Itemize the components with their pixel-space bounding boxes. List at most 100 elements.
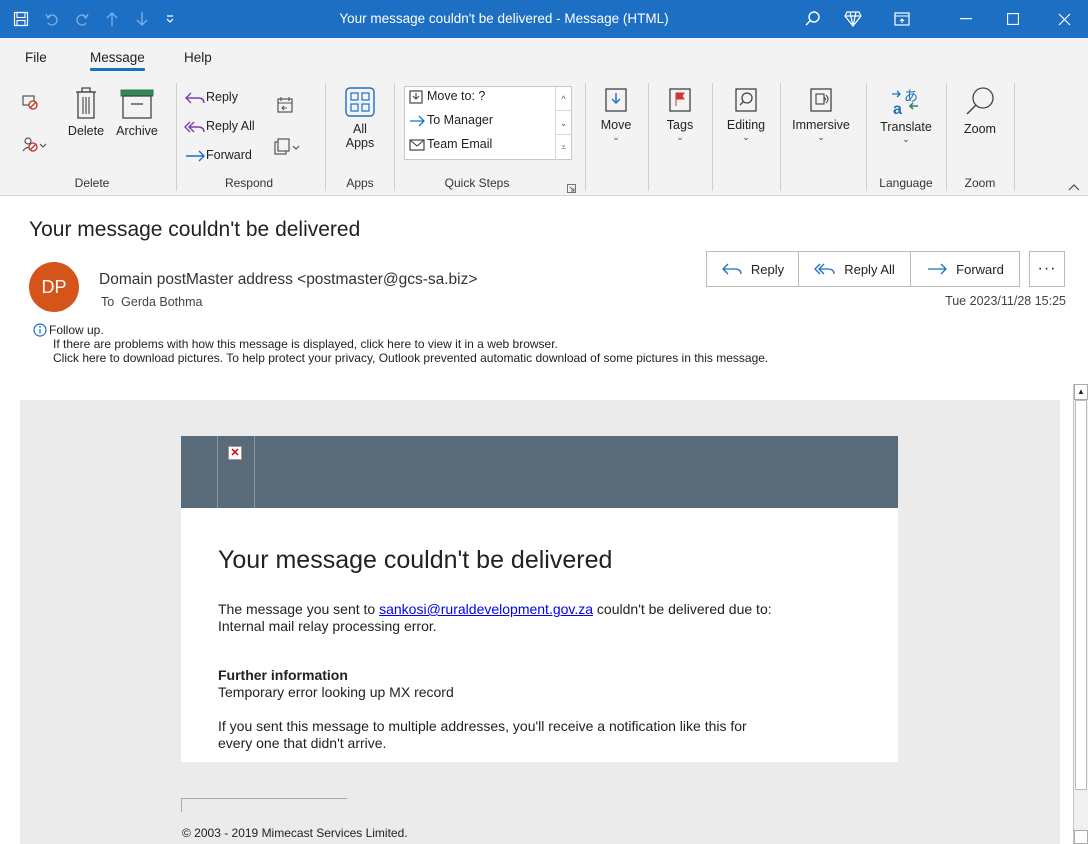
all-apps-button[interactable]: All Apps	[336, 86, 384, 150]
meeting-reply-icon[interactable]	[276, 96, 294, 119]
ndr-reason: Internal mail relay processing error.	[218, 618, 437, 634]
info-download-pictures[interactable]: Click here to download pictures. To help…	[33, 351, 768, 365]
quick-step-to-manager[interactable]: To Manager	[409, 113, 493, 128]
chevron-down-icon: ⌄	[612, 132, 620, 142]
quick-step-move-to[interactable]: Move to: ?	[409, 89, 485, 104]
more-respond-icon[interactable]	[274, 138, 300, 161]
forward-label: Forward	[206, 148, 252, 162]
quick-step-team-email[interactable]: Team Email	[409, 137, 492, 152]
scroll-up-arrow[interactable]: ▲	[1074, 384, 1088, 400]
ribbon-separator	[325, 83, 326, 191]
diamond-icon[interactable]	[836, 0, 870, 38]
ndr-heading: Your message couldn't be delivered	[218, 546, 613, 574]
info-bar: Follow up. If there are problems with ho…	[33, 323, 768, 365]
search-icon[interactable]	[798, 0, 828, 38]
more-actions-button[interactable]: ···	[1029, 251, 1065, 287]
footer-image-placeholder	[181, 798, 347, 812]
further-info-text: Temporary error looking up MX record	[218, 684, 454, 700]
move-icon	[605, 88, 627, 112]
sender-address[interactable]: Domain postMaster address <postmaster@gc…	[99, 271, 477, 289]
move-label: Move	[600, 118, 632, 132]
scroll-thumb[interactable]	[1075, 400, 1087, 790]
redo-icon[interactable]	[70, 0, 94, 38]
arrow-right-icon	[410, 115, 425, 127]
svg-text:a: a	[893, 101, 902, 116]
ribbon-separator	[176, 83, 177, 191]
info-view-in-browser[interactable]: If there are problems with how this mess…	[33, 337, 768, 351]
immersive-reader-icon	[810, 88, 832, 112]
move-button[interactable]: Move ⌄	[594, 86, 638, 143]
group-label-delete: Delete	[74, 176, 110, 190]
vertical-scrollbar[interactable]: ▲	[1073, 384, 1088, 844]
tags-label: Tags	[666, 118, 694, 132]
tab-message[interactable]: Message	[90, 50, 145, 71]
archive-button[interactable]: Archive	[111, 86, 163, 138]
ribbon-tabs: File Message Help	[0, 38, 1088, 78]
header-reply-button[interactable]: Reply	[707, 252, 799, 286]
ribbon-display-icon[interactable]	[885, 0, 919, 38]
scroll-down-arrow[interactable]	[1074, 830, 1088, 844]
undo-icon[interactable]	[40, 0, 64, 38]
recipient-name[interactable]: Gerda Bothma	[121, 295, 202, 309]
archive-icon	[120, 89, 154, 119]
chevron-down-icon: ⌄	[676, 132, 684, 142]
previous-item-icon[interactable]	[100, 0, 124, 38]
avatar[interactable]: DP	[29, 262, 79, 312]
save-icon[interactable]	[8, 0, 34, 38]
ribbon: File Message Help Delete Archive Delete …	[0, 38, 1088, 196]
junk-icon[interactable]	[22, 136, 48, 157]
ribbon-separator	[780, 83, 781, 191]
chevron-down-icon: ⌄	[742, 132, 750, 142]
ribbon-separator	[394, 83, 395, 191]
quick-step-team-email-label: Team Email	[427, 137, 493, 151]
info-follow-up[interactable]: Follow up.	[33, 323, 768, 337]
flag-icon	[669, 88, 691, 112]
collapse-ribbon-icon[interactable]	[1068, 178, 1080, 196]
magnifier-icon	[966, 87, 994, 115]
expand-gallery-icon[interactable]: ⩡	[556, 135, 571, 159]
ndr-p1-before: The message you sent to	[218, 601, 380, 617]
ndr-card: Your message couldn't be delivered The m…	[181, 508, 898, 762]
scroll-down-icon[interactable]: ⌄	[556, 111, 571, 135]
ndr-multi-line-1: If you sent this message to multiple add…	[218, 718, 747, 734]
next-item-icon[interactable]	[130, 0, 154, 38]
close-button[interactable]	[1040, 0, 1088, 38]
header-reply-all-button[interactable]: Reply All	[799, 252, 911, 286]
quick-steps-scroll[interactable]: ^ ⌄ ⩡	[555, 87, 571, 161]
tab-help[interactable]: Help	[184, 50, 212, 65]
all-apps-label-1: All	[353, 122, 367, 136]
recipient-email-link[interactable]: sankosi@ruraldevelopment.gov.za	[379, 601, 593, 617]
info-follow-up-text: Follow up.	[49, 323, 104, 337]
header-forward-button[interactable]: Forward	[911, 252, 1019, 286]
message-actions: Reply Reply All Forward	[706, 251, 1020, 287]
tab-file[interactable]: File	[25, 50, 47, 65]
further-info-title: Further information	[218, 667, 348, 683]
minimize-button[interactable]	[943, 0, 989, 38]
translate-button[interactable]: aあ Translate ⌄	[872, 86, 940, 145]
ndr-paragraph-1: The message you sent to sankosi@ruraldev…	[218, 601, 772, 618]
dialog-launcher-icon[interactable]	[567, 180, 576, 198]
delete-button[interactable]: Delete	[64, 86, 108, 138]
svg-text:あ: あ	[904, 88, 918, 104]
zoom-button[interactable]: Zoom	[952, 86, 1008, 136]
group-label-apps: Apps	[346, 176, 374, 190]
forward-button[interactable]: Forward	[184, 148, 252, 163]
maximize-button[interactable]	[990, 0, 1036, 38]
tags-button[interactable]: Tags ⌄	[658, 86, 702, 143]
immersive-button[interactable]: Immersive ⌄	[786, 86, 856, 143]
editing-button[interactable]: Editing ⌄	[720, 86, 772, 143]
forward-icon	[928, 263, 948, 275]
scroll-up-icon[interactable]: ^	[556, 87, 571, 111]
recipient-line: To Gerda Bothma	[101, 295, 202, 309]
all-apps-label-2: Apps	[345, 136, 375, 150]
ignore-icon[interactable]	[22, 94, 38, 115]
ribbon-separator	[648, 83, 649, 191]
ribbon-separator	[946, 83, 947, 191]
customize-toolbar-icon[interactable]	[160, 0, 180, 38]
reply-button[interactable]: Reply	[184, 90, 238, 105]
group-label-quick-steps: Quick Steps	[444, 176, 510, 190]
delete-label: Delete	[67, 124, 105, 138]
apps-icon	[345, 87, 375, 117]
window-title-text: Your message couldn't be delivered - Mes…	[339, 11, 669, 26]
reply-all-button[interactable]: Reply All	[184, 119, 255, 134]
